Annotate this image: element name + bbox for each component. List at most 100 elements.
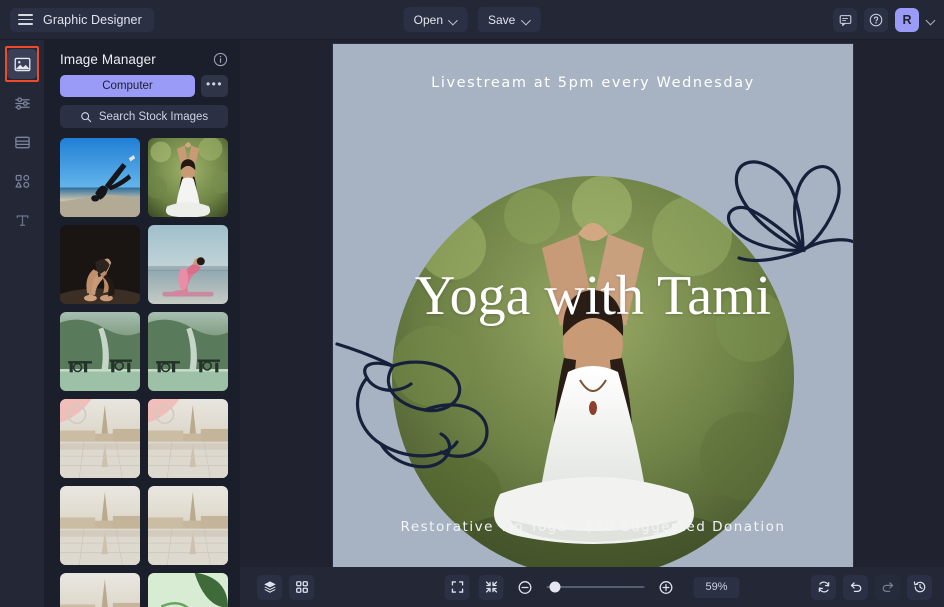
more-options-button[interactable]: •••	[201, 75, 228, 97]
text-t-icon	[16, 214, 28, 226]
chat-bubble-icon	[839, 14, 851, 26]
image-thumbnail-grid	[44, 138, 240, 607]
sliders-icon	[14, 96, 30, 110]
zoom-slider-track	[546, 586, 645, 588]
thumbnail-artwork	[148, 138, 228, 217]
redo-icon	[882, 582, 893, 593]
sidebar-item-shapes[interactable]	[7, 166, 37, 196]
app-root: Graphic Designer Open Save R Image Manag…	[0, 0, 944, 607]
zoom-slider[interactable]	[546, 581, 645, 593]
yoga-meditation-photo-circle[interactable]	[392, 176, 794, 568]
thumbnail-artwork	[60, 486, 140, 565]
history-controls	[811, 574, 932, 600]
search-stock-images-button[interactable]: Search Stock Images	[60, 105, 228, 128]
search-icon	[81, 111, 92, 122]
thumbnail-artwork	[60, 573, 140, 607]
question-circle-icon	[869, 13, 883, 27]
artboard-bottom-text[interactable]: Restorative Yin Yoga · $10 Suggested Don…	[333, 519, 853, 535]
chevron-down-icon	[522, 16, 530, 24]
thumb-yoga-camel-pose-pink[interactable]	[148, 225, 228, 304]
chevron-down-icon	[450, 16, 458, 24]
app-title: Graphic Designer	[43, 12, 142, 27]
hamburger-menu-icon[interactable]	[18, 14, 33, 25]
sidebar-item-text[interactable]	[7, 205, 37, 235]
undo-icon	[850, 582, 861, 593]
sidebar-item-layouts[interactable]	[7, 127, 37, 157]
grid-view-button[interactable]	[289, 574, 314, 600]
fit-to-screen-icon	[451, 581, 463, 593]
open-label: Open	[413, 12, 443, 27]
history-button[interactable]	[907, 574, 932, 600]
zoom-slider-handle[interactable]	[549, 581, 561, 593]
thumbnail-artwork	[148, 225, 228, 304]
save-button[interactable]: Save	[478, 7, 541, 32]
layout-icon	[14, 136, 30, 148]
artboard[interactable]: Livestream at 5pm every Wednesday Yoga w…	[333, 44, 853, 568]
thumb-yoga-handstand-beach[interactable]	[60, 138, 140, 217]
avatar-initial: R	[902, 13, 912, 27]
page-title: Image Manager	[60, 52, 156, 67]
shapes-icon	[14, 174, 29, 188]
grid-icon	[295, 581, 308, 593]
sidebar-item-image-manager[interactable]	[7, 49, 37, 79]
zoom-to-fit-button[interactable]	[478, 574, 504, 600]
fit-to-screen-button[interactable]	[444, 574, 470, 600]
zoom-in-button[interactable]	[654, 575, 679, 600]
left-tool-rail	[0, 40, 44, 607]
thumb-yoga-forward-fold-dark[interactable]	[60, 225, 140, 304]
zoom-to-fit-icon	[485, 581, 497, 593]
thumbnail-artwork	[60, 138, 140, 217]
save-label: Save	[488, 12, 516, 27]
feedback-button[interactable]	[833, 8, 857, 32]
top-toolbar: Graphic Designer Open Save R	[0, 0, 944, 40]
image-icon	[14, 57, 30, 71]
app-menu-chip[interactable]: Graphic Designer	[10, 7, 154, 32]
zoom-in-icon	[659, 580, 673, 594]
artboard-top-text[interactable]: Livestream at 5pm every Wednesday	[333, 75, 853, 91]
thumb-cathedral-reflection-b[interactable]	[148, 399, 228, 478]
artboard-headline[interactable]: Yoga with Tami	[333, 268, 853, 324]
layers-icon	[263, 581, 276, 593]
zoom-out-button[interactable]	[513, 575, 538, 600]
open-button[interactable]: Open	[403, 7, 468, 32]
thumbnail-artwork	[148, 486, 228, 565]
thumb-cathedral-reflection-c[interactable]	[60, 486, 140, 565]
sidebar-item-adjustments[interactable]	[7, 88, 37, 118]
panel-source-actions: Computer •••	[44, 75, 240, 97]
account-chevron-down-icon[interactable]	[926, 15, 936, 25]
panel-header: Image Manager	[44, 40, 240, 75]
info-circle-icon[interactable]	[213, 52, 228, 67]
canvas-stage[interactable]: Livestream at 5pm every Wednesday Yoga w…	[240, 40, 944, 568]
history-clock-icon	[913, 581, 925, 593]
photo-content	[392, 176, 794, 568]
thumbnail-artwork	[60, 399, 140, 478]
thumb-cathedral-reflection-e[interactable]	[60, 573, 140, 607]
help-button[interactable]	[864, 8, 888, 32]
refresh-icon	[818, 581, 829, 593]
computer-button[interactable]: Computer	[60, 75, 195, 97]
account-actions: R	[833, 0, 936, 40]
thumb-yoga-meditation-forest[interactable]	[148, 138, 228, 217]
thumbnail-artwork	[148, 312, 228, 391]
bottom-toolbar: 59%	[240, 567, 944, 607]
view-toggles	[257, 574, 314, 600]
image-manager-panel: Image Manager Computer ••• Search Stock …	[44, 40, 240, 607]
thumb-green-leaves-pattern[interactable]	[148, 573, 228, 607]
avatar[interactable]: R	[895, 8, 919, 32]
refresh-button[interactable]	[811, 574, 836, 600]
search-stock-images-label: Search Stock Images	[98, 110, 209, 123]
thumbnail-artwork	[60, 312, 140, 391]
thumb-waterfall-cliff-b[interactable]	[148, 312, 228, 391]
thumbnail-artwork	[148, 399, 228, 478]
thumbnail-artwork	[148, 573, 228, 607]
undo-button[interactable]	[843, 574, 868, 600]
thumb-cathedral-reflection-a[interactable]	[60, 399, 140, 478]
thumb-cathedral-reflection-d[interactable]	[148, 486, 228, 565]
redo-button[interactable]	[875, 574, 900, 600]
file-actions: Open Save	[403, 7, 541, 32]
thumb-waterfall-cliff-a[interactable]	[60, 312, 140, 391]
zoom-level-value[interactable]: 59%	[693, 576, 740, 598]
layers-button[interactable]	[257, 574, 282, 600]
thumbnail-artwork	[60, 225, 140, 304]
zoom-out-icon	[518, 580, 532, 594]
